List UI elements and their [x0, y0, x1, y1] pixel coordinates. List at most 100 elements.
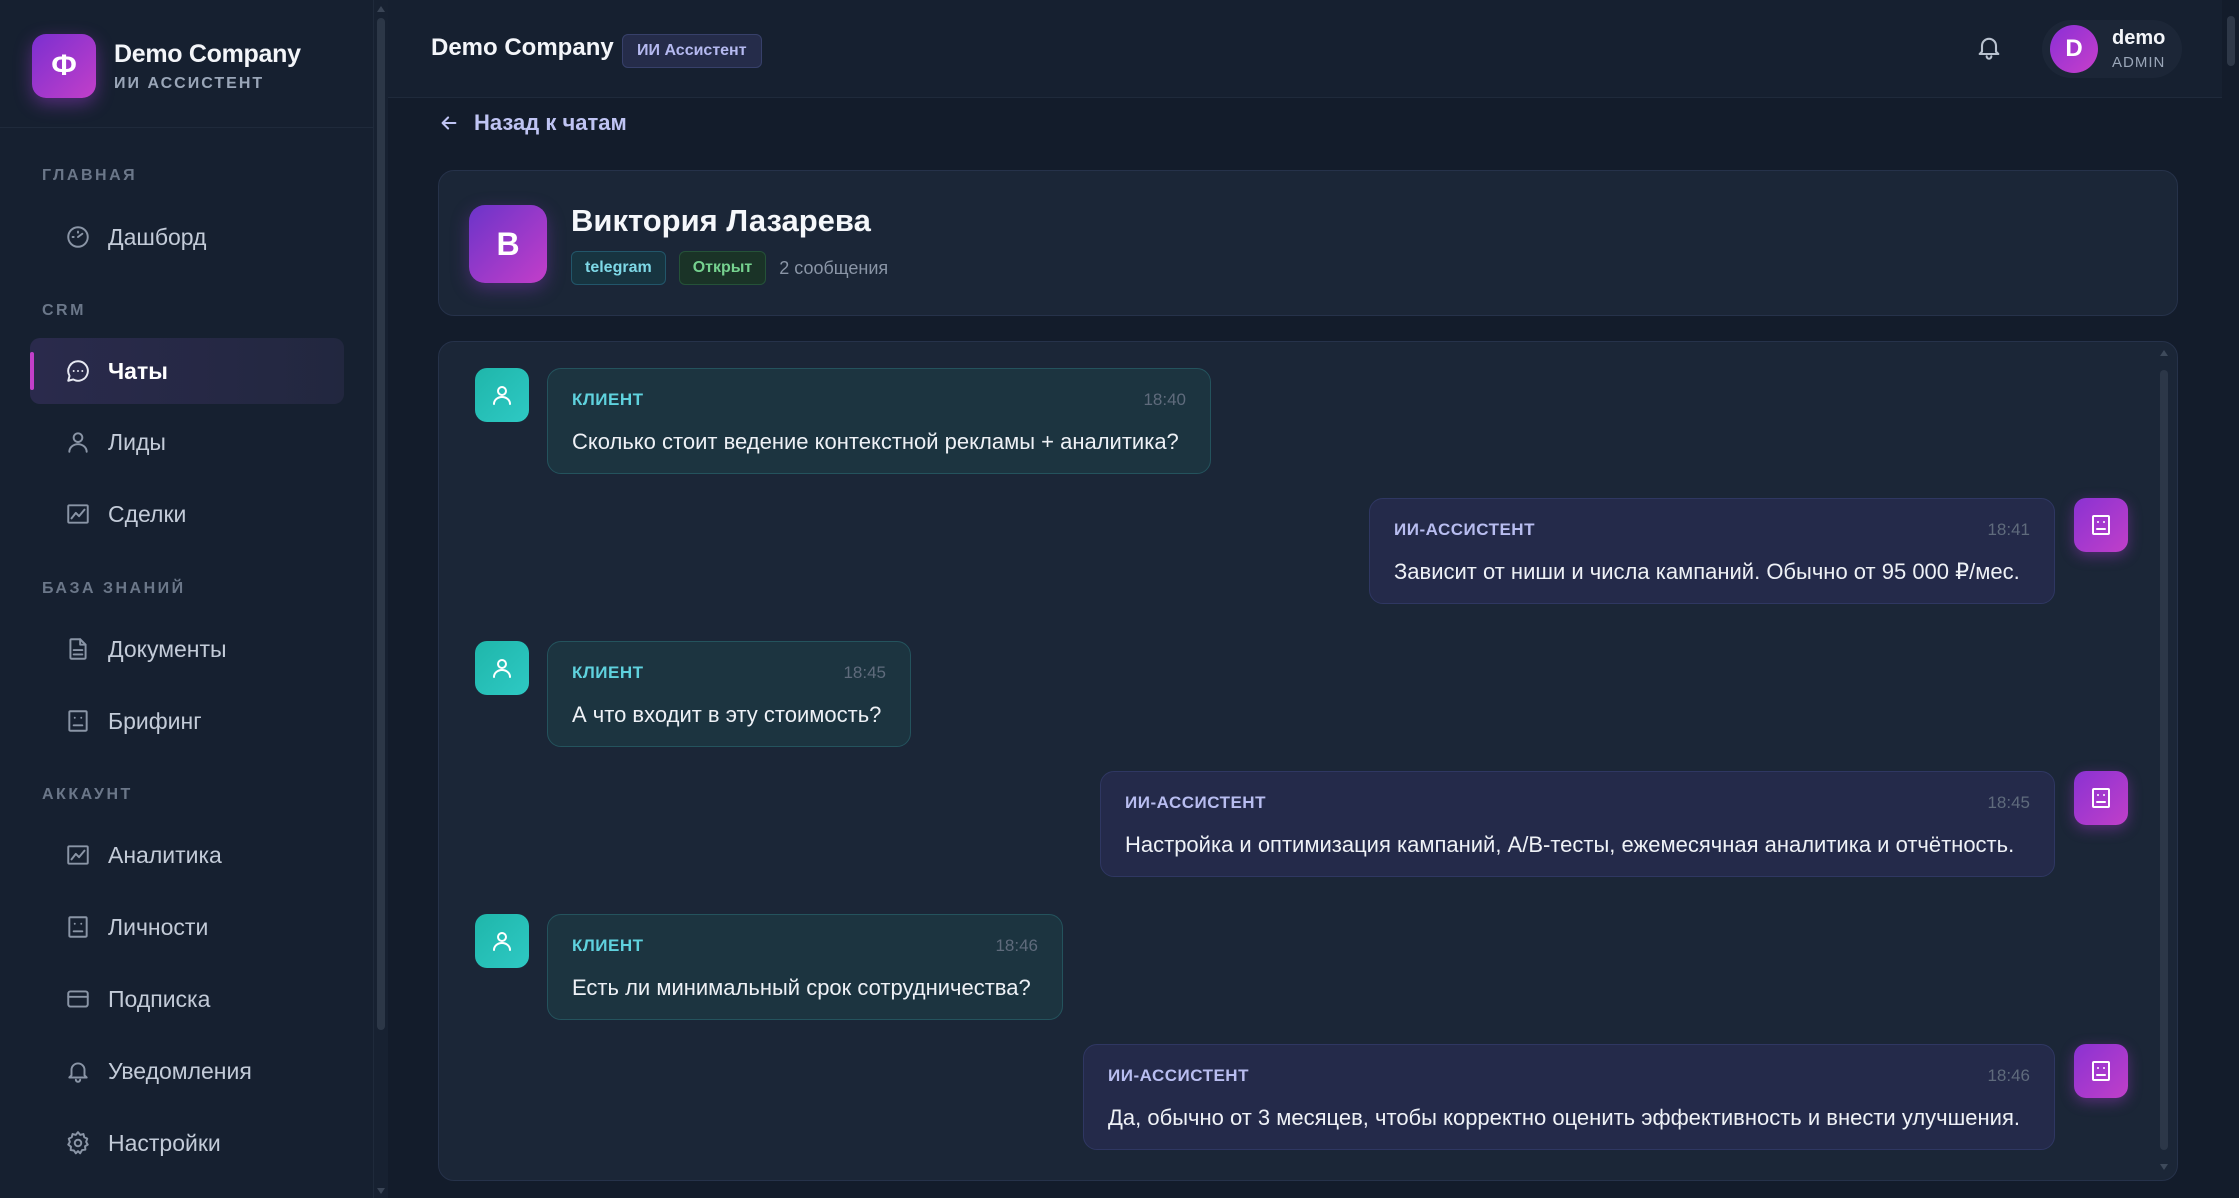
gear-icon: [64, 1129, 92, 1157]
page-scroll-thumb[interactable]: [2227, 16, 2235, 66]
scroll-up-arrow-icon[interactable]: [377, 6, 385, 12]
contact-card: В Виктория Лазарева telegram Открыт 2 со…: [438, 170, 2178, 316]
arrow-left-icon: [441, 116, 457, 130]
chat-scrollbar[interactable]: [2159, 350, 2169, 1170]
sidebar-item-label: Дашборд: [108, 223, 207, 250]
user-icon: [64, 428, 92, 456]
persona-icon: [64, 913, 92, 941]
sidebar-item-label: Подписка: [108, 985, 211, 1012]
header-title: Demo Company: [431, 34, 614, 61]
sidebar-item-label: Личности: [108, 913, 209, 940]
message-author: ИИ-АССИСТЕНТ: [1125, 793, 1266, 812]
message-bubble-bot: ИИ-АССИСТЕНТ 18:46 Да, обычно от 3 месяц…: [1083, 1044, 2055, 1150]
sidebar-item-documents[interactable]: Документы: [30, 616, 344, 682]
sidebar-item-settings[interactable]: Настройки: [30, 1110, 344, 1176]
brand-subtitle: ИИ АССИСТЕНТ: [114, 74, 265, 92]
user-text: demo ADMIN: [2112, 27, 2165, 71]
message-author: ИИ-АССИСТЕНТ: [1108, 1066, 1249, 1085]
back-link-label: Назад к чатам: [474, 110, 627, 135]
user-icon: [493, 386, 511, 405]
sidebar-item-label: Лиды: [108, 428, 166, 455]
message-author: КЛИЕНТ: [572, 390, 644, 409]
message-time: 18:46: [995, 936, 1038, 955]
sidebar-item-deals[interactable]: Сделки: [30, 481, 344, 547]
scroll-down-arrow-icon[interactable]: [2160, 1164, 2168, 1170]
bot-avatar: [2074, 498, 2128, 552]
analytics-icon: [64, 841, 92, 869]
bot-icon: [2092, 515, 2110, 535]
sidebar-item-leads[interactable]: Лиды: [30, 409, 344, 475]
message-bubble-client: КЛИЕНТ 18:45 А что входит в эту стоимост…: [547, 641, 911, 747]
client-avatar: [475, 914, 529, 968]
scroll-up-arrow-icon[interactable]: [2160, 350, 2168, 356]
chat-messages-panel[interactable]: КЛИЕНТ 18:40 Сколько стоит ведение конте…: [438, 341, 2178, 1181]
app-root: Ф Demo Company ИИ АССИСТЕНТ ГЛАВНАЯ Дашб…: [0, 0, 2239, 1198]
back-to-chats-link[interactable]: Назад к чатам: [438, 108, 627, 138]
message-bubble-client: КЛИЕНТ 18:40 Сколько стоит ведение конте…: [547, 368, 1211, 474]
bell-icon: [64, 1057, 92, 1085]
user-menu[interactable]: D demo ADMIN: [2042, 20, 2182, 78]
sidebar-scrollbar[interactable]: [374, 0, 388, 1198]
bot-avatar: [2074, 771, 2128, 825]
message-text: Сколько стоит ведение контекстной реклам…: [572, 429, 1179, 454]
sidebar-item-dashboard[interactable]: Дашборд: [30, 204, 344, 270]
nav-section-knowledge: БАЗА ЗНАНИЙ: [42, 580, 186, 597]
contact-meta: telegram Открыт 2 сообщения: [571, 251, 888, 285]
chart-icon: [64, 500, 92, 528]
message-count: 2 сообщения: [779, 257, 889, 278]
brand-logo: Ф: [32, 34, 96, 98]
client-avatar: [475, 641, 529, 695]
sidebar-item-label: Аналитика: [108, 841, 222, 868]
message-author: ИИ-АССИСТЕНТ: [1394, 520, 1535, 539]
sidebar-item-personas[interactable]: Личности: [30, 894, 344, 960]
sidebar-item-subscription[interactable]: Подписка: [30, 966, 344, 1032]
chat-scroll-thumb[interactable]: [2160, 370, 2168, 1150]
user-icon: [493, 659, 511, 678]
message-time: 18:45: [843, 663, 886, 682]
brand[interactable]: Ф Demo Company ИИ АССИСТЕНТ: [32, 34, 352, 98]
message-time: 18:46: [1987, 1066, 2030, 1085]
message-text: Да, обычно от 3 месяцев, чтобы корректно…: [1108, 1105, 2020, 1130]
message-time: 18:40: [1143, 390, 1186, 409]
sidebar-item-label: Настройки: [108, 1129, 221, 1156]
briefing-icon: [64, 707, 92, 735]
notifications-button[interactable]: [1972, 30, 2006, 64]
dashboard-icon: [64, 223, 92, 251]
message-text: А что входит в эту стоимость?: [572, 702, 882, 727]
bell-icon: [1978, 37, 2000, 60]
message-text: Настройка и оптимизация кампаний, A/B-те…: [1125, 832, 2015, 857]
status-badge: Открыт: [678, 251, 767, 285]
scroll-down-arrow-icon[interactable]: [377, 1188, 385, 1194]
header-badge: ИИ Ассистент: [622, 34, 762, 68]
sidebar-item-chats[interactable]: Чаты: [30, 338, 344, 404]
user-role: ADMIN: [2112, 54, 2166, 71]
sidebar-item-label: Документы: [108, 635, 227, 662]
message-time: 18:41: [1987, 520, 2030, 539]
sidebar-item-briefing[interactable]: Брифинг: [30, 688, 344, 754]
sidebar-scroll-thumb[interactable]: [377, 18, 385, 1030]
nav-section-account: АККАУНТ: [42, 786, 133, 803]
message-bubble-client: КЛИЕНТ 18:46 Есть ли минимальный срок со…: [547, 914, 1063, 1020]
sidebar-item-analytics[interactable]: Аналитика: [30, 822, 344, 888]
user-name: demo: [2112, 27, 2166, 49]
card-icon: [64, 985, 92, 1013]
message-bubble-bot: ИИ-АССИСТЕНТ 18:41 Зависит от ниши и чис…: [1369, 498, 2055, 604]
brand-divider: [0, 127, 374, 128]
sidebar-item-label: Чаты: [108, 357, 168, 384]
contact-name: Виктория Лазарева: [571, 203, 871, 238]
sidebar-item-label: Брифинг: [108, 707, 202, 734]
page-scrollbar[interactable]: [2222, 0, 2239, 1198]
sidebar-item-notifications[interactable]: Уведомления: [30, 1038, 344, 1104]
message-text: Зависит от ниши и числа кампаний. Обычно…: [1394, 559, 2020, 584]
avatar: D: [2050, 25, 2098, 73]
bot-icon: [2092, 788, 2110, 808]
message-author: КЛИЕНТ: [572, 663, 644, 682]
chat-icon: [64, 357, 92, 385]
contact-avatar: В: [469, 205, 547, 283]
bot-icon: [2092, 1061, 2110, 1081]
document-icon: [64, 635, 92, 663]
channel-badge: telegram: [571, 251, 666, 285]
user-icon: [493, 932, 511, 951]
message-time: 18:45: [1987, 793, 2030, 812]
sidebar-item-label: Уведомления: [108, 1057, 252, 1084]
